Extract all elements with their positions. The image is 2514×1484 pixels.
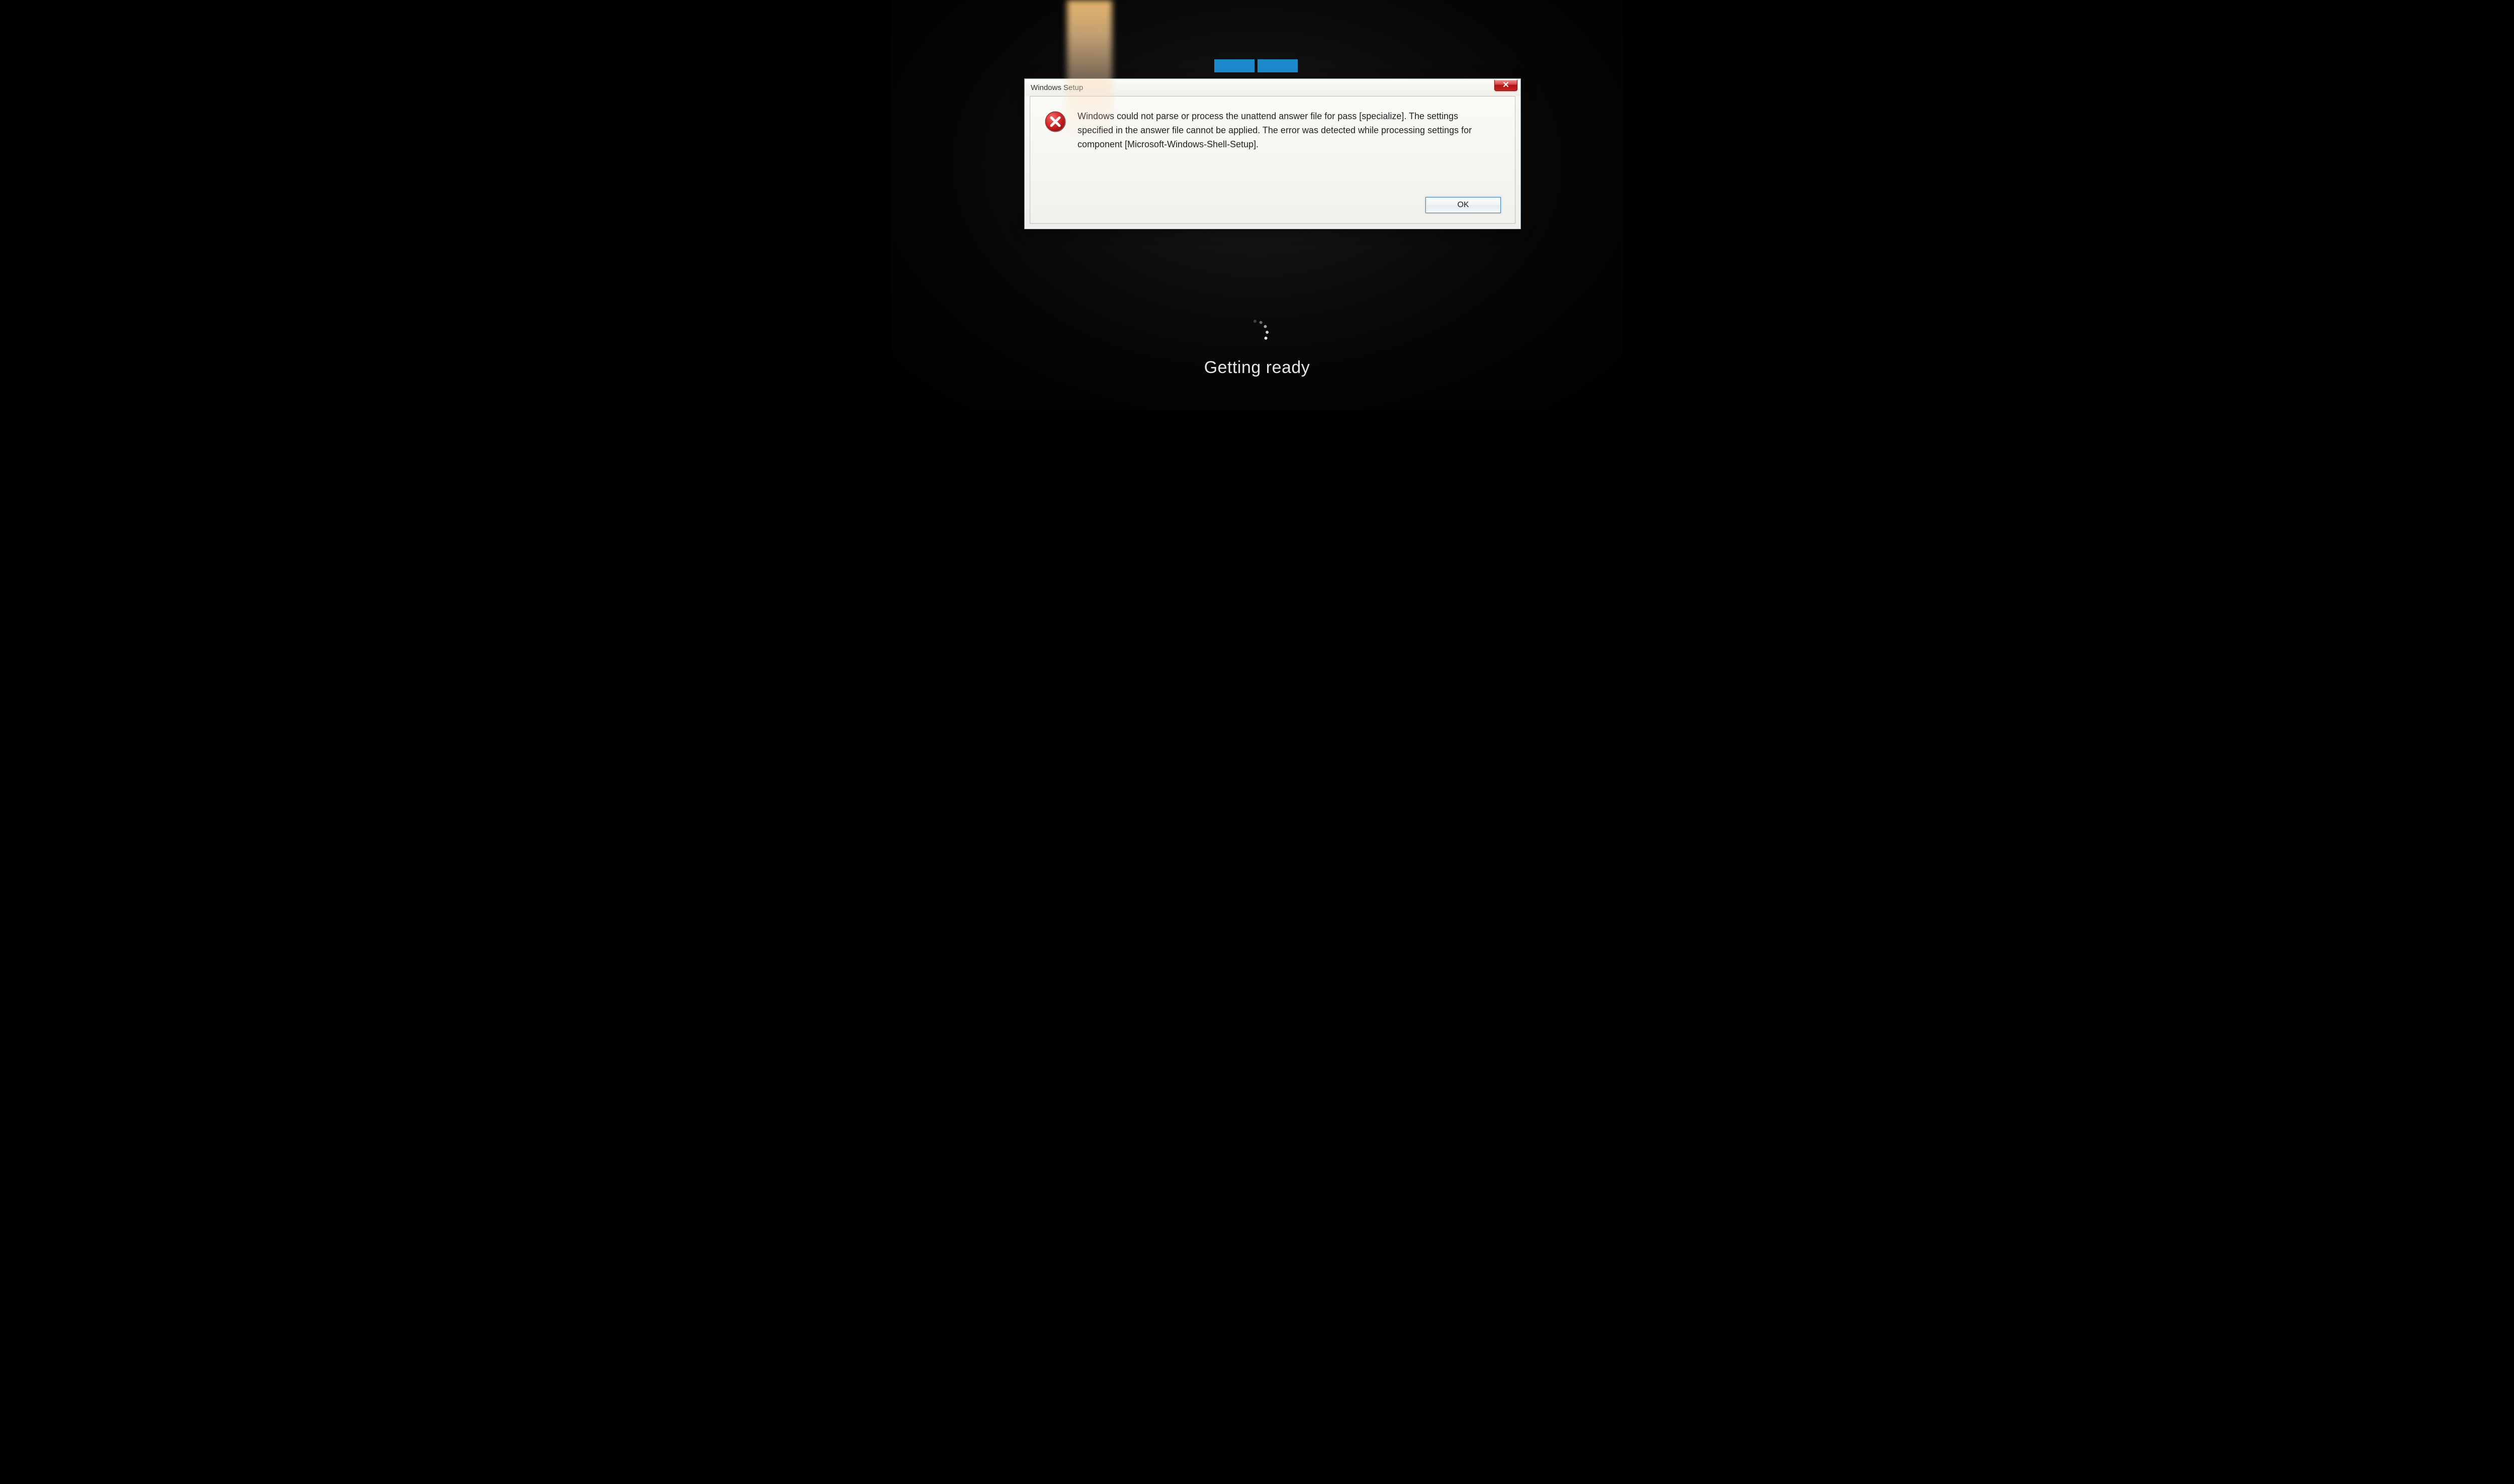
status-text: Getting ready (1204, 358, 1310, 378)
logo-tile (1258, 59, 1298, 72)
close-button[interactable] (1494, 80, 1517, 91)
ok-button[interactable]: OK (1425, 197, 1501, 213)
setup-screen: Windows Setup (891, 0, 1623, 410)
close-icon (1503, 81, 1509, 90)
error-dialog: Windows Setup (1024, 78, 1521, 229)
logo-tile (1214, 59, 1254, 72)
dialog-title: Windows Setup (1031, 83, 1083, 92)
message-row: Windows could not parse or process the u… (1044, 110, 1501, 152)
error-icon (1044, 111, 1066, 133)
dialog-message: Windows could not parse or process the u… (1078, 110, 1475, 152)
dialog-body: Windows could not parse or process the u… (1030, 96, 1515, 224)
dialog-button-row: OK (1044, 197, 1501, 213)
loading-spinner-icon (1244, 322, 1270, 347)
dialog-titlebar[interactable]: Windows Setup (1025, 79, 1520, 96)
status-area: Getting ready (891, 322, 1623, 378)
